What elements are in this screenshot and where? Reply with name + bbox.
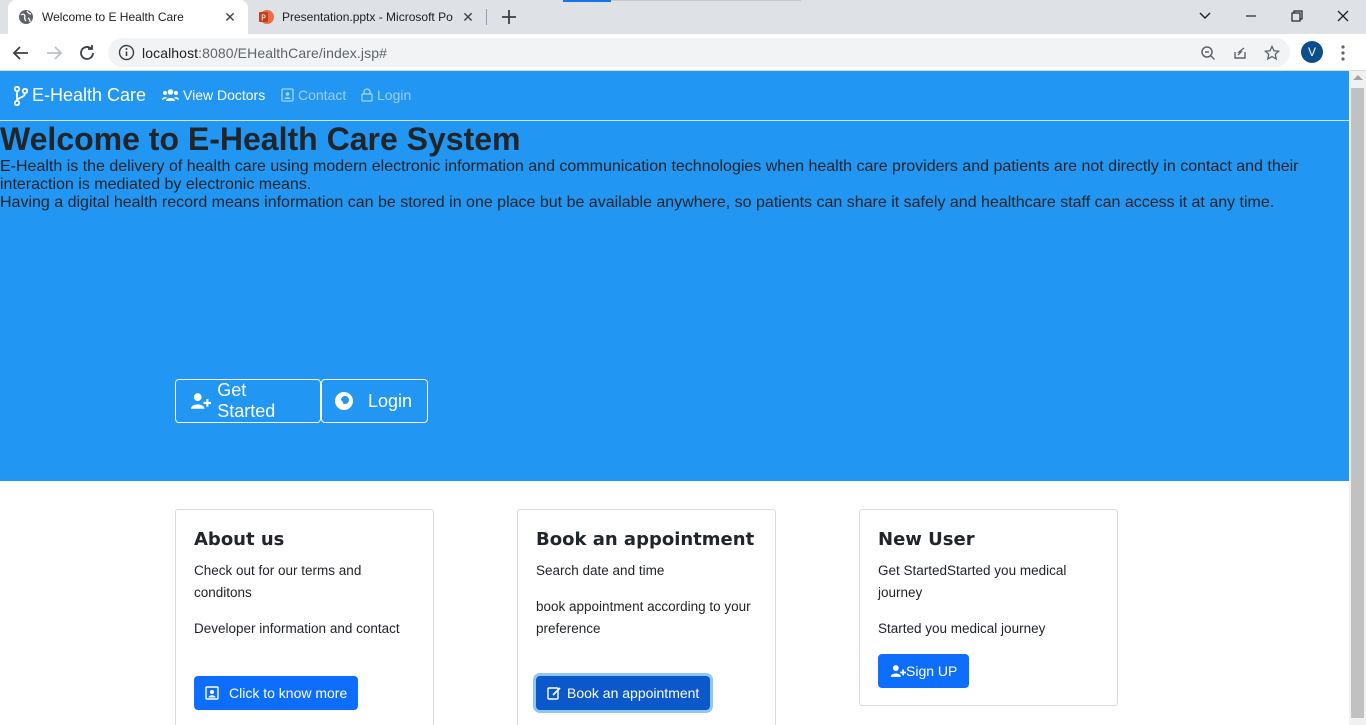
button-label: Book an appointment	[567, 685, 700, 701]
tab-divider	[486, 9, 487, 25]
url-text: localhost:8080/EHealthCare/index.jsp#	[142, 45, 387, 61]
tab-strip-accent	[563, 0, 611, 2]
sign-up-button[interactable]: Sign UP	[878, 654, 970, 688]
reload-icon[interactable]	[75, 41, 99, 65]
card-text: Get StartedStarted you medical journey	[878, 563, 1067, 600]
browser-tab-strip: Welcome to E Health Care ✕ P Presentatio…	[0, 0, 1366, 34]
nav-link-label: Contact	[298, 87, 347, 103]
book-appointment-button[interactable]: Book an appointment	[536, 676, 711, 710]
button-label: Sign UP	[906, 663, 958, 679]
hero-title: Welcome to E-Health Care System	[0, 121, 521, 157]
tab-title: Presentation.pptx - Microsoft Po	[282, 10, 453, 24]
contact-card-icon	[205, 686, 219, 700]
tab-search-chevron-icon[interactable]	[1193, 5, 1217, 27]
get-started-button[interactable]: Get Started	[175, 379, 321, 423]
browser-toolbar: localhost:8080/EHealthCare/index.jsp#	[0, 34, 1366, 71]
site-navbar: E-Health Care View Doctors Contact Login	[0, 71, 1349, 121]
card-text: Search date and time	[536, 563, 665, 578]
tab-title: Welcome to E Health Care	[42, 10, 184, 24]
contact-card-icon	[281, 88, 294, 102]
card-title: New User	[878, 529, 975, 550]
nav-link-label: View Doctors	[183, 87, 266, 103]
scroll-up-arrow-icon[interactable]	[1353, 75, 1363, 80]
card-text: Started you medical journey	[878, 621, 1046, 636]
user-circle-icon	[335, 392, 353, 410]
browser-menu-icon[interactable]	[1335, 43, 1351, 63]
nav-login[interactable]: Login	[361, 87, 411, 103]
button-label: Click to know more	[229, 685, 348, 701]
edit-icon	[547, 687, 561, 700]
users-icon	[162, 89, 179, 101]
page-scrollbar[interactable]	[1349, 71, 1366, 725]
card-book-appointment: Book an appointment Search date and time…	[517, 509, 776, 725]
window-close-icon[interactable]	[1331, 5, 1355, 27]
back-arrow-icon[interactable]	[9, 41, 33, 65]
svg-text:P: P	[261, 14, 266, 23]
close-icon[interactable]: ✕	[460, 9, 476, 25]
browser-tab-inactive[interactable]: P Presentation.pptx - Microsoft Po ✕	[248, 0, 486, 34]
restore-icon[interactable]	[1285, 5, 1309, 27]
bookmark-star-icon[interactable]	[1264, 45, 1280, 61]
card-title: Book an appointment	[536, 529, 755, 550]
card-about-us: About us Check out for our terms and con…	[175, 509, 434, 725]
hero-paragraph: Having a digital health record means inf…	[0, 194, 1275, 211]
nav-link-label: Login	[377, 87, 412, 103]
page-viewport: E-Health Care View Doctors Contact Login…	[0, 71, 1349, 725]
site-info-icon[interactable]	[118, 44, 135, 61]
tab-strip-line	[611, 0, 801, 1]
button-label: Login	[368, 390, 413, 411]
brand-link[interactable]: E-Health Care	[14, 85, 146, 106]
know-more-button[interactable]: Click to know more	[194, 676, 359, 710]
brand-name: E-Health Care	[32, 85, 147, 105]
nav-view-doctors[interactable]: View Doctors	[162, 87, 265, 103]
nav-contact[interactable]: Contact	[281, 87, 346, 103]
globe-icon	[19, 10, 33, 24]
powerpoint-icon: P	[259, 10, 274, 24]
browser-tab-active[interactable]: Welcome to E Health Care ✕	[8, 0, 248, 34]
profile-avatar[interactable]: V	[1301, 41, 1323, 63]
forward-arrow-icon[interactable]	[42, 41, 66, 65]
card-new-user: New User Get StartedStarted you medical …	[859, 509, 1118, 706]
new-tab-icon[interactable]	[499, 7, 519, 27]
zoom-icon[interactable]	[1200, 45, 1216, 61]
address-bar[interactable]: localhost:8080/EHealthCare/index.jsp#	[108, 38, 1290, 67]
card-text: book appointment according to your prefe…	[536, 599, 751, 636]
hero-content: Welcome to E-Health Care System E-Health…	[0, 121, 1349, 481]
minimize-icon[interactable]	[1239, 5, 1263, 27]
card-text: Check out for our terms and conditons	[194, 563, 362, 600]
card-text: Developer information and contact	[194, 621, 400, 636]
user-plus-icon	[190, 393, 212, 409]
hero-login-button[interactable]: Login	[321, 379, 428, 423]
hero-paragraph: E-Health is the delivery of health care …	[0, 158, 1299, 193]
close-icon[interactable]: ✕	[222, 9, 238, 25]
user-plus-icon	[890, 665, 906, 677]
share-icon[interactable]	[1232, 45, 1248, 61]
button-label: Get Started	[217, 380, 276, 421]
branch-logo-icon	[14, 85, 28, 106]
card-title: About us	[194, 529, 285, 550]
scrollbar-thumb[interactable]	[1351, 88, 1364, 718]
lock-icon	[361, 88, 373, 102]
